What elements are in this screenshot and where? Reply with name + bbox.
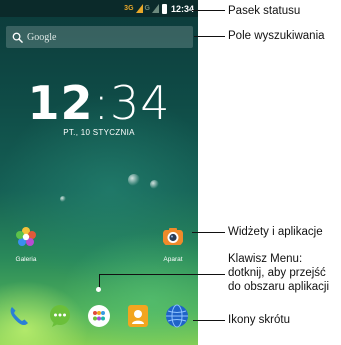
callout-line-search: [194, 36, 225, 37]
clock-widget[interactable]: 12:34: [0, 78, 198, 128]
callout-line-menu: [99, 274, 225, 275]
droplet-decoration: [128, 174, 140, 186]
dock-contacts[interactable]: [125, 303, 151, 329]
contacts-icon: [128, 305, 148, 327]
callout-menu-line-1: Klawisz Menu:: [228, 253, 303, 265]
messaging-icon: [50, 305, 70, 327]
clock-hours: 12: [27, 76, 94, 130]
app-camera[interactable]: Aparat: [153, 226, 193, 263]
shortcut-dock: [0, 301, 198, 335]
callout-status-bar: Pasek statusu: [228, 5, 301, 17]
dock-browser[interactable]: [164, 303, 190, 329]
dock-phone[interactable]: [6, 303, 32, 329]
clock-separator: :: [93, 76, 110, 130]
droplet-decoration: [150, 180, 159, 189]
battery-icon: [161, 3, 167, 14]
camera-icon: [163, 228, 183, 245]
gallery-flower-icon: [16, 227, 36, 246]
clock-minutes: 34: [109, 76, 171, 130]
status-bar[interactable]: 3G G 12:34: [0, 0, 198, 17]
network-3g-label: 3G: [124, 5, 134, 12]
callout-line-status: [192, 10, 225, 11]
callout-line-shortcuts: [193, 320, 225, 321]
status-time: 12:34: [170, 3, 194, 14]
app-drawer-icon: [88, 305, 110, 327]
status-icons: 3G G 12:34: [124, 2, 194, 15]
callout-menu-line-2: dotknij, aby przejść: [228, 267, 326, 279]
search-field[interactable]: Google: [6, 26, 193, 48]
search-placeholder: Google: [27, 31, 57, 43]
signal-strength-secondary-icon: [151, 4, 159, 13]
phone-screen: 3G G 12:34 Google 12:34 PT., 10 STYCZNIA: [0, 0, 198, 345]
callout-menu-key: Klawisz Menu: dotknij, aby przejść do ob…: [228, 252, 329, 294]
callout-line-widgets: [192, 232, 225, 233]
callout-shortcut-icons: Ikony skrótu: [228, 314, 290, 326]
app-gallery[interactable]: Galeria: [6, 226, 46, 263]
dock-messaging[interactable]: [47, 303, 73, 329]
dock-app-drawer[interactable]: [86, 303, 112, 329]
browser-globe-icon: [166, 304, 188, 328]
callout-widgets-apps: Widżety i aplikacje: [228, 225, 323, 239]
callout-line-menu-vertical: [99, 274, 100, 287]
network-g-label: G: [144, 5, 150, 12]
app-label: Aparat: [163, 256, 183, 263]
menu-key-indicator: [96, 287, 101, 292]
callout-menu-line-3: do obszaru aplikacji: [228, 281, 330, 293]
callout-widgets-text: Widżety i aplikacje: [228, 226, 323, 238]
app-label: Galeria: [15, 256, 37, 263]
signal-strength-icon: [135, 4, 143, 13]
search-icon: [12, 32, 23, 43]
callout-search-field: Pole wyszukiwania: [228, 30, 325, 42]
clock-date: PT., 10 STYCZNIA: [63, 128, 135, 137]
phone-icon: [10, 307, 28, 325]
droplet-decoration: [60, 196, 66, 202]
